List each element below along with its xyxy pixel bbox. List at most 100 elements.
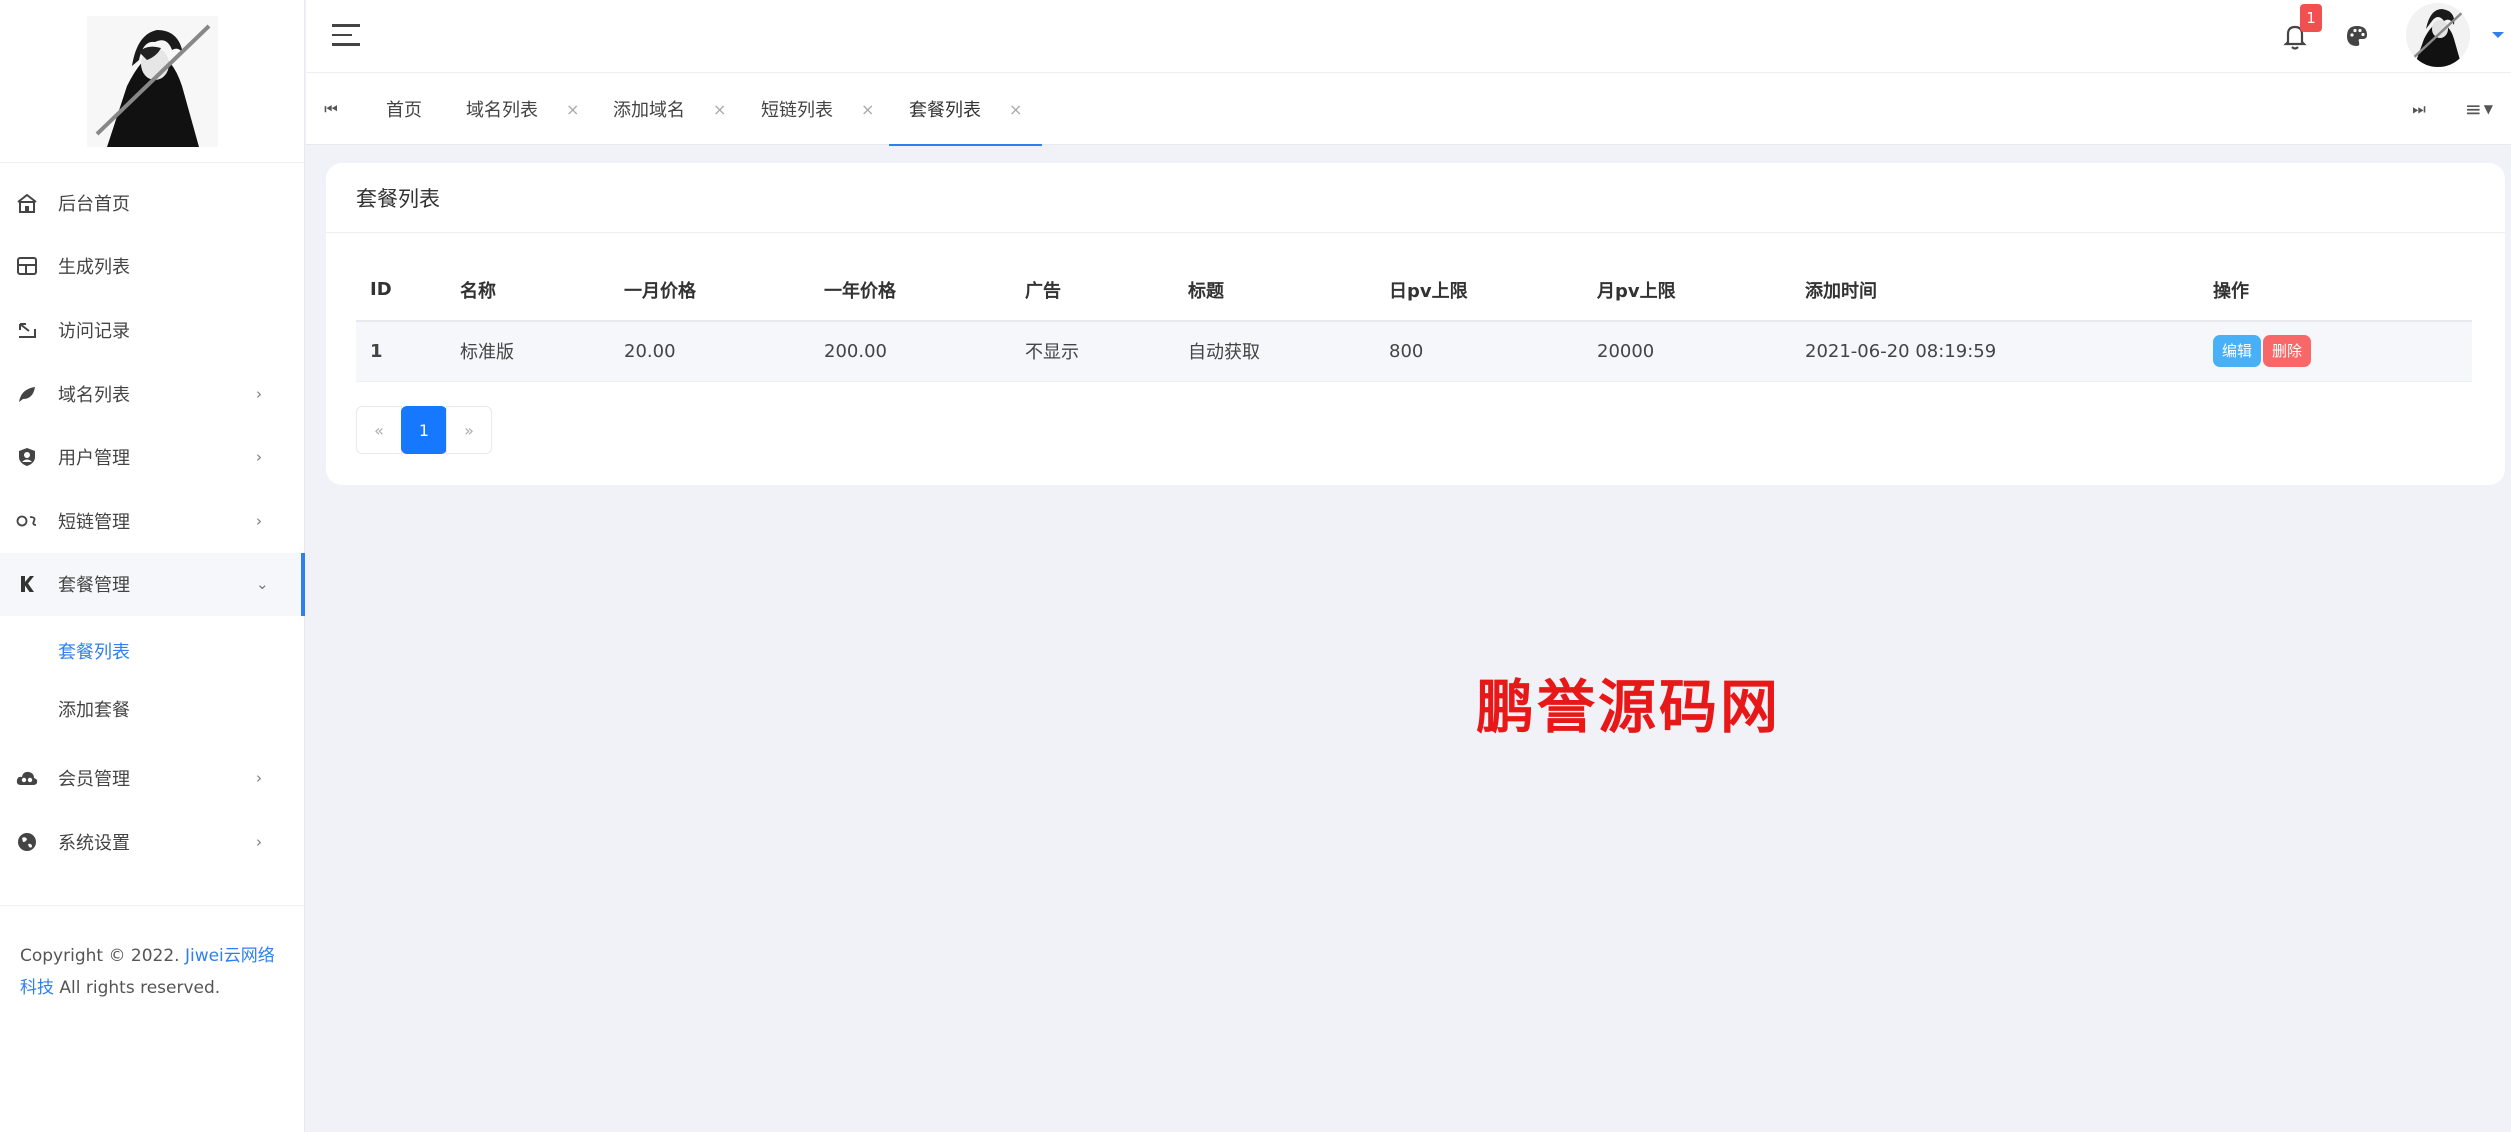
table-header-row: ID 名称 一月价格 一年价格 广告 标题 日pv上限 月pv上限 添加时间 操… bbox=[356, 259, 2472, 322]
tab-bar: ⏮ 首页 域名列表 × 添加域名 × 短链列表 × 套餐列表 × ⏭ ≡ ▼ bbox=[306, 72, 2511, 146]
column-header: 名称 bbox=[446, 259, 610, 322]
tab-scroll-left-icon[interactable]: ⏮ bbox=[306, 73, 356, 145]
tab-options-label: ≡ bbox=[2465, 97, 2482, 121]
column-header: 广告 bbox=[1011, 259, 1174, 322]
tab-close-icon[interactable]: × bbox=[566, 100, 579, 119]
layout-icon bbox=[16, 255, 38, 277]
column-header: 月pv上限 bbox=[1583, 259, 1791, 322]
sidebar-item-dashboard[interactable]: 后台首页 bbox=[0, 171, 304, 235]
tab-close-icon[interactable]: × bbox=[861, 100, 874, 119]
link-icon bbox=[16, 510, 38, 532]
sidebar-item-label: 短链管理 bbox=[58, 511, 130, 533]
sidebar-item-system-settings[interactable]: 系统设置 › bbox=[0, 810, 304, 874]
logo-area bbox=[0, 0, 304, 163]
menu-toggle-icon[interactable] bbox=[332, 24, 360, 48]
sidebar-item-label: 域名列表 bbox=[58, 384, 130, 406]
sidebar-item-label: 后台首页 bbox=[58, 193, 130, 215]
cell-yearly-price: 200.00 bbox=[810, 321, 1011, 382]
tab-label: 添加域名 bbox=[613, 100, 685, 121]
tab-label: 首页 bbox=[386, 100, 422, 121]
submenu-item-package-list[interactable]: 套餐列表 bbox=[0, 622, 304, 680]
tab-add-domain[interactable]: 添加域名 × bbox=[613, 73, 726, 145]
k-icon bbox=[16, 573, 38, 595]
user-dropdown-caret-icon[interactable] bbox=[2492, 32, 2504, 38]
chevron-right-icon: › bbox=[256, 768, 262, 787]
tab-label: 套餐列表 bbox=[909, 100, 981, 121]
sidebar-item-label: 用户管理 bbox=[58, 448, 130, 470]
delete-button[interactable]: 删除 bbox=[2263, 335, 2312, 368]
sidebar-item-label: 会员管理 bbox=[58, 768, 130, 790]
sidebar-item-label: 访问记录 bbox=[58, 320, 130, 342]
cell-monthly-pv-limit: 20000 bbox=[1583, 321, 1791, 382]
sidebar-item-user-management[interactable]: 用户管理 › bbox=[0, 425, 304, 489]
user-avatar[interactable] bbox=[2406, 3, 2470, 67]
chevron-right-icon: › bbox=[256, 511, 262, 530]
tab-package-list[interactable]: 套餐列表 × bbox=[888, 73, 1043, 146]
pagination: « 1 » bbox=[356, 406, 492, 454]
cell-created-at: 2021-06-20 08:19:59 bbox=[1791, 321, 2199, 382]
sidebar-item-domain-list[interactable]: 域名列表 › bbox=[0, 362, 304, 426]
tab-close-icon[interactable]: × bbox=[1009, 100, 1022, 119]
cloud-icon bbox=[16, 767, 38, 789]
globe-icon bbox=[16, 831, 38, 853]
column-header: 一月价格 bbox=[610, 259, 810, 322]
column-header: ID bbox=[356, 259, 446, 322]
sidebar-item-package-management[interactable]: 套餐管理 ⌄ bbox=[0, 552, 305, 617]
leaf-icon bbox=[16, 383, 38, 405]
column-header: 日pv上限 bbox=[1375, 259, 1583, 322]
chevron-down-icon: ⌄ bbox=[256, 575, 269, 594]
copyright: Copyright © 2022. Jiwei云网络科技 All rights … bbox=[0, 906, 304, 1004]
palette-icon[interactable] bbox=[2345, 24, 2369, 48]
column-header: 添加时间 bbox=[1791, 259, 2199, 322]
sidebar-item-shortlink-management[interactable]: 短链管理 › bbox=[0, 489, 304, 553]
package-table: ID 名称 一月价格 一年价格 广告 标题 日pv上限 月pv上限 添加时间 操… bbox=[356, 259, 2472, 382]
tab-options-menu-icon[interactable]: ≡ ▼ bbox=[2465, 73, 2493, 145]
table-row: 1 标准版 20.00 200.00 不显示 自动获取 800 20000 20… bbox=[356, 321, 2472, 382]
tab-home[interactable]: 首页 bbox=[386, 73, 422, 145]
tab-shortlink-list[interactable]: 短链列表 × bbox=[761, 73, 874, 145]
chevron-right-icon: › bbox=[256, 832, 262, 851]
site-logo[interactable] bbox=[86, 15, 218, 147]
column-header: 一年价格 bbox=[810, 259, 1011, 322]
watermark-text: 鹏誉源码网 bbox=[1476, 673, 1782, 741]
cell-monthly-price: 20.00 bbox=[610, 321, 810, 382]
pagination-page-button[interactable]: 1 bbox=[401, 406, 447, 454]
cell-daily-pv-limit: 800 bbox=[1375, 321, 1583, 382]
edit-button[interactable]: 编辑 bbox=[2213, 335, 2262, 368]
tab-close-icon[interactable]: × bbox=[713, 100, 726, 119]
chevron-right-icon: › bbox=[256, 448, 262, 467]
pagination-prev-button[interactable]: « bbox=[356, 406, 402, 454]
sidebar-item-label: 系统设置 bbox=[58, 832, 130, 854]
submenu-item-add-package[interactable]: 添加套餐 bbox=[0, 680, 304, 738]
redirect-icon bbox=[16, 319, 38, 341]
sidebar-item-label: 生成列表 bbox=[58, 257, 130, 279]
copyright-suffix: All rights reserved. bbox=[54, 978, 221, 999]
cell-actions: 编辑 删除 bbox=[2199, 321, 2472, 382]
notification-badge: 1 bbox=[2300, 4, 2322, 32]
pagination-next-button[interactable]: » bbox=[446, 406, 492, 454]
tab-domain-list[interactable]: 域名列表 × bbox=[466, 73, 579, 145]
chevron-right-icon: › bbox=[256, 384, 262, 403]
copyright-prefix: Copyright © 2022. bbox=[20, 946, 185, 967]
tab-label: 域名列表 bbox=[466, 100, 538, 121]
package-list-card: 套餐列表 ID 名称 一月价格 一年价格 广告 标题 日pv上限 月pv上限 添… bbox=[326, 163, 2505, 485]
cell-ads: 不显示 bbox=[1011, 321, 1174, 382]
sidebar-item-generate-list[interactable]: 生成列表 bbox=[0, 235, 304, 299]
user-shield-icon bbox=[16, 446, 38, 468]
sidebar-item-label: 套餐管理 bbox=[58, 575, 130, 597]
page-title: 套餐列表 bbox=[326, 163, 2505, 233]
side-menu: 后台首页 生成列表 访问记录 域名列表 › 用户管理 › 短链管理 › 套餐管理… bbox=[0, 163, 305, 874]
home-icon bbox=[16, 192, 38, 214]
sidebar: 后台首页 生成列表 访问记录 域名列表 › 用户管理 › 短链管理 › 套餐管理… bbox=[0, 0, 305, 1132]
sidebar-item-member-management[interactable]: 会员管理 › bbox=[0, 746, 304, 810]
cell-name: 标准版 bbox=[446, 321, 610, 382]
column-header: 操作 bbox=[2199, 259, 2472, 322]
sidebar-item-visit-log[interactable]: 访问记录 bbox=[0, 298, 304, 362]
package-submenu: 套餐列表 添加套餐 bbox=[0, 616, 304, 746]
tab-label: 短链列表 bbox=[761, 100, 833, 121]
top-bar: 1 bbox=[306, 0, 2511, 72]
tab-scroll-right-icon[interactable]: ⏭ bbox=[2394, 73, 2444, 145]
column-header: 标题 bbox=[1174, 259, 1375, 322]
cell-id: 1 bbox=[356, 321, 446, 382]
cell-title: 自动获取 bbox=[1174, 321, 1375, 382]
